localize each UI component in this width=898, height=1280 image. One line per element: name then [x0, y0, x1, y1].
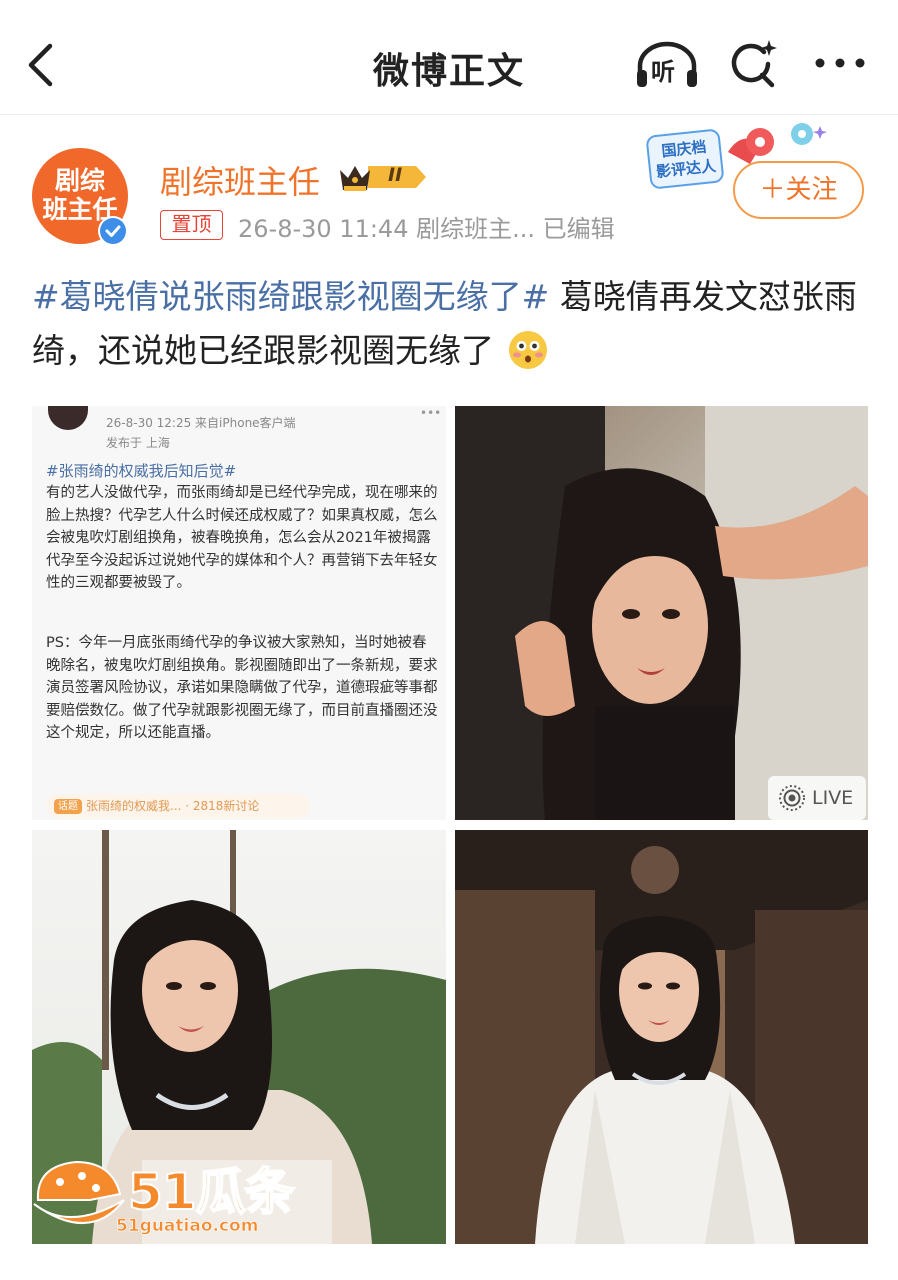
top-navigation-bar: 微博正文 听 [0, 0, 898, 115]
post-content: #葛晓倩说张雨绮跟影视圈无缘了# 葛晓倩再发文怼张雨绮，还说她已经跟影视圈无缘了 [32, 270, 868, 378]
level-text: II [388, 164, 403, 186]
author-name[interactable]: 剧综班主任 [160, 157, 320, 203]
search-icon [731, 40, 777, 88]
search-button[interactable] [726, 38, 778, 90]
post-hashtag[interactable]: #葛晓倩说张雨绮跟影视圈无缘了# [32, 277, 549, 316]
site-watermark: 51瓜条 51guatiao.com [30, 1150, 320, 1246]
watermelon-logo-icon [33, 1160, 125, 1225]
hallway-portrait-photo [455, 830, 868, 1244]
listen-button[interactable]: 听 [634, 40, 700, 90]
live-label: LIVE [812, 787, 854, 809]
crown-icon [340, 166, 426, 191]
screenshot-location: 发布于 上海 [106, 436, 170, 450]
screenshot-ps: PS：今年一月底张雨绮代孕的争议被大家熟知，当时她被春晚除名，被鬼吹灯剧组换角。… [46, 635, 438, 742]
watermark-url: 51guatiao.com [116, 1216, 259, 1237]
screenshot-hashtag: #张雨绮的权威我后知后觉# [46, 462, 237, 480]
post-image-screenshot[interactable]: 26-8-30 12:25 来自iPhone客户端 发布于 上海 ••• #张雨… [32, 406, 446, 820]
follow-button[interactable]: ＋关注 [733, 161, 864, 219]
avatar-text-line1: 剧综 [54, 166, 105, 195]
chip-text: 张雨绮的权威我... · 2818新讨论 [86, 799, 260, 813]
screenshot-date: 26-8-30 12:25 来自iPhone客户端 [106, 416, 296, 430]
screenshot-avatar [48, 406, 88, 430]
pinned-badge: 置顶 [160, 210, 223, 240]
screenshot-more-icon: ••• [420, 406, 442, 420]
watermark-text: 51瓜条 [127, 1162, 296, 1222]
more-options-button[interactable] [814, 52, 866, 74]
member-level-badge[interactable]: II [338, 160, 428, 194]
listen-label: 听 [651, 58, 675, 86]
verified-icon [98, 216, 128, 246]
screenshot-topic-chip: 话题 张雨绮的权威我... · 2818新讨论 [46, 794, 310, 818]
screenshot-body: 有的艺人没做代孕，而张雨绮却是已经代孕完成，现在哪来的脸上热搜？代孕艺人什么时候… [46, 485, 438, 592]
post-image-makeup-photo[interactable]: LIVE [455, 406, 868, 820]
flushed-face-emoji-icon [508, 331, 547, 369]
chip-tag: 话题 [54, 799, 82, 814]
post-image-hallway-portrait[interactable] [455, 830, 868, 1244]
live-photo-badge[interactable]: LIVE [768, 776, 866, 820]
live-icon [779, 785, 805, 811]
more-dots-icon [815, 58, 865, 68]
post-meta: 26-8-30 11:44 剧综班主... 已编辑 [238, 215, 615, 243]
makeup-photo [455, 406, 868, 820]
